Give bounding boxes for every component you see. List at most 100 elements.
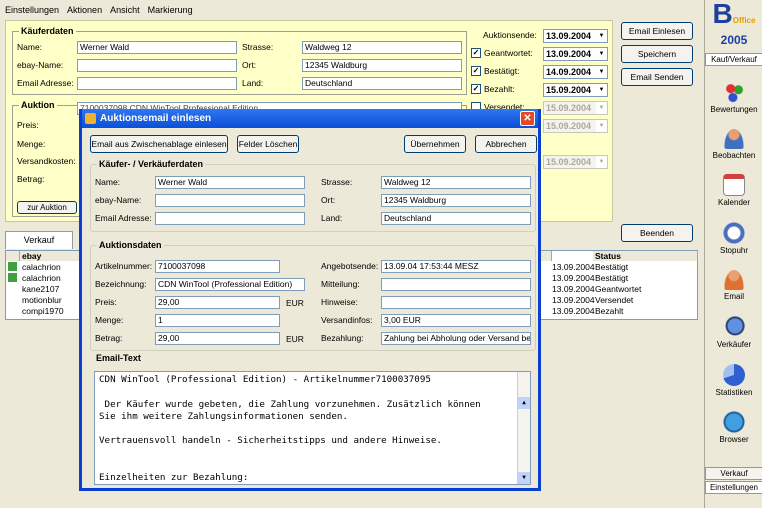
uebernehmen-button[interactable]: Übernehmen: [404, 135, 466, 153]
beenden-button[interactable]: Beenden: [621, 224, 693, 242]
menu-markierung[interactable]: Markierung: [148, 5, 193, 15]
versendet-date[interactable]: 15.09.2004 ▼: [543, 101, 608, 115]
chevron-down-icon[interactable]: ▼: [596, 48, 607, 60]
ebay-field[interactable]: [77, 59, 237, 72]
row-status[interactable]: Versendet: [595, 295, 633, 305]
d-email-field[interactable]: [155, 212, 305, 225]
email-senden-button[interactable]: Email Senden: [621, 68, 693, 86]
versandinfos-label: Versandinfos:: [321, 315, 373, 325]
versandkosten-label: Versandkosten:: [17, 156, 76, 166]
menu-aktionen[interactable]: Aktionen: [67, 5, 102, 15]
dialog-titlebar[interactable]: Auktionsemail einlesen: [82, 109, 538, 128]
sidebar-item-statistiken[interactable]: Statistiken: [705, 364, 762, 397]
row-status-icon: [8, 306, 17, 315]
clipboard-read-button[interactable]: Email aus Zwischenablage einlesen: [90, 135, 228, 153]
email-field[interactable]: [77, 77, 237, 90]
sidebar-item-verkaeufer[interactable]: Verkäufer: [705, 316, 762, 349]
row-ebay[interactable]: kane2107: [22, 284, 59, 294]
chevron-down-icon[interactable]: ▼: [596, 30, 607, 42]
clear-fields-button[interactable]: Felder Löschen: [237, 135, 299, 153]
geantwortet-checkbox[interactable]: ✓: [471, 48, 481, 58]
d-menge-field[interactable]: 1: [155, 314, 280, 327]
artikelnummer-field[interactable]: 7100037098: [155, 260, 280, 273]
zur-auktion-button[interactable]: zur Auktion: [17, 201, 77, 214]
bezahlung-field[interactable]: Zahlung bei Abholung oder Versand bei: [381, 332, 531, 345]
chevron-down-icon[interactable]: ▼: [596, 102, 607, 114]
app-icon: [85, 113, 96, 124]
tab-verkauf[interactable]: Verkauf: [5, 231, 73, 249]
sidebar-item-kalender[interactable]: Kalender: [705, 174, 762, 207]
row-ebay[interactable]: calachrion: [22, 273, 61, 283]
row-ebay[interactable]: compi1970: [22, 306, 64, 316]
betrag-label: Betrag:: [17, 174, 45, 184]
ort-field[interactable]: 12345 Waldburg: [302, 59, 462, 72]
d-name-field[interactable]: Werner Wald: [155, 176, 305, 189]
sidebar-item-email[interactable]: Email: [705, 268, 762, 301]
sidebar-item-beobachten[interactable]: Beobachten: [705, 127, 762, 160]
scroll-up-icon[interactable]: ▲: [518, 396, 530, 409]
speichern-button[interactable]: Speichern: [621, 45, 693, 63]
menu-einstellungen[interactable]: Einstellungen: [5, 5, 59, 15]
menu-bar: Einstellungen Aktionen Ansicht Markierun…: [0, 0, 762, 19]
menu-ansicht[interactable]: Ansicht: [110, 5, 140, 15]
bezeichnung-field[interactable]: CDN WinTool (Professional Edition): [155, 278, 305, 291]
name-field[interactable]: Werner Wald: [77, 41, 237, 54]
row-date[interactable]: 13.09.2004: [552, 295, 595, 305]
row-date[interactable]: 13.09.2004: [552, 262, 595, 272]
d-land-field[interactable]: Deutschland: [381, 212, 531, 225]
row-status[interactable]: Geantwortet: [595, 284, 641, 294]
abbrechen-button[interactable]: Abbrechen: [475, 135, 537, 153]
sidebar-item-browser[interactable]: Browser: [705, 411, 762, 444]
year-label: 2005: [720, 33, 748, 47]
table-header-status[interactable]: Status: [593, 251, 698, 261]
d-preis-field[interactable]: 29,00: [155, 296, 280, 309]
row-ebay[interactable]: calachrion: [22, 262, 61, 272]
emailtext-scrollbar[interactable]: ▲ ▼: [517, 372, 530, 484]
angebotsende-field[interactable]: 13.09.04 17:53:44 MESZ: [381, 260, 531, 273]
date-field-7[interactable]: 15.09.2004 ▼: [543, 155, 608, 169]
chevron-down-icon[interactable]: ▼: [596, 66, 607, 78]
name-label: Name:: [17, 42, 43, 52]
ort-label: Ort:: [242, 60, 257, 70]
row-date[interactable]: 13.09.2004: [552, 284, 595, 294]
row-status[interactable]: Bezahlt: [595, 306, 623, 316]
mitteilung-field[interactable]: [381, 278, 531, 291]
row-date[interactable]: 13.09.2004: [552, 273, 595, 283]
versandinfos-field[interactable]: 3,00 EUR: [381, 314, 531, 327]
close-icon[interactable]: ✕: [520, 111, 535, 126]
chevron-down-icon[interactable]: ▼: [596, 120, 607, 132]
date-field-6[interactable]: 15.09.2004 ▼: [543, 119, 608, 133]
table-header-ebay[interactable]: ebay: [20, 251, 80, 261]
d-ort-field[interactable]: 12345 Waldburg: [381, 194, 531, 207]
emailtext-area[interactable]: CDN WinTool (Professional Edition) - Art…: [94, 371, 531, 485]
sidebar-einstellungen-button[interactable]: Einstellungen: [705, 481, 762, 494]
kauf-verkauf-button[interactable]: Kauf/Verkauf: [705, 53, 762, 66]
auktionsende-date[interactable]: 13.09.2004 ▼: [543, 29, 608, 43]
d-betrag-field[interactable]: 29,00: [155, 332, 280, 345]
auktionsdaten-group: Auktionsdaten Artikelnummer: 7100037098 …: [90, 240, 536, 351]
hinweise-field[interactable]: [381, 296, 531, 309]
bezahlt-date[interactable]: 15.09.2004 ▼: [543, 83, 608, 97]
kaeuferdaten-title: Käuferdaten: [19, 26, 76, 36]
chevron-down-icon[interactable]: ▼: [596, 84, 607, 96]
d-strasse-field[interactable]: Waldweg 12: [381, 176, 531, 189]
email-einlesen-button[interactable]: Email Einlesen: [621, 22, 693, 40]
sidebar-label-kalender: Kalender: [717, 198, 751, 207]
land-field[interactable]: Deutschland: [302, 77, 462, 90]
chevron-down-icon[interactable]: ▼: [596, 156, 607, 168]
row-status[interactable]: Bestätigt: [595, 262, 628, 272]
strasse-field[interactable]: Waldweg 12: [302, 41, 462, 54]
sidebar-item-stopuhr[interactable]: Stopuhr: [705, 222, 762, 255]
bezahlt-checkbox[interactable]: ✓: [471, 84, 481, 94]
row-status[interactable]: Bestätigt: [595, 273, 628, 283]
geantwortet-date[interactable]: 13.09.2004 ▼: [543, 47, 608, 61]
bestaetigt-date[interactable]: 14.09.2004 ▼: [543, 65, 608, 79]
sidebar-item-bewertungen[interactable]: Bewertungen: [705, 81, 762, 114]
sidebar-label-stopuhr: Stopuhr: [719, 246, 749, 255]
d-ebay-field[interactable]: [155, 194, 305, 207]
row-date[interactable]: 13.09.2004: [552, 306, 595, 316]
bestaetigt-checkbox[interactable]: ✓: [471, 66, 481, 76]
row-ebay[interactable]: motionblur: [22, 295, 62, 305]
sidebar-verkauf-button[interactable]: Verkauf: [705, 467, 762, 480]
scroll-down-icon[interactable]: ▼: [518, 472, 530, 484]
